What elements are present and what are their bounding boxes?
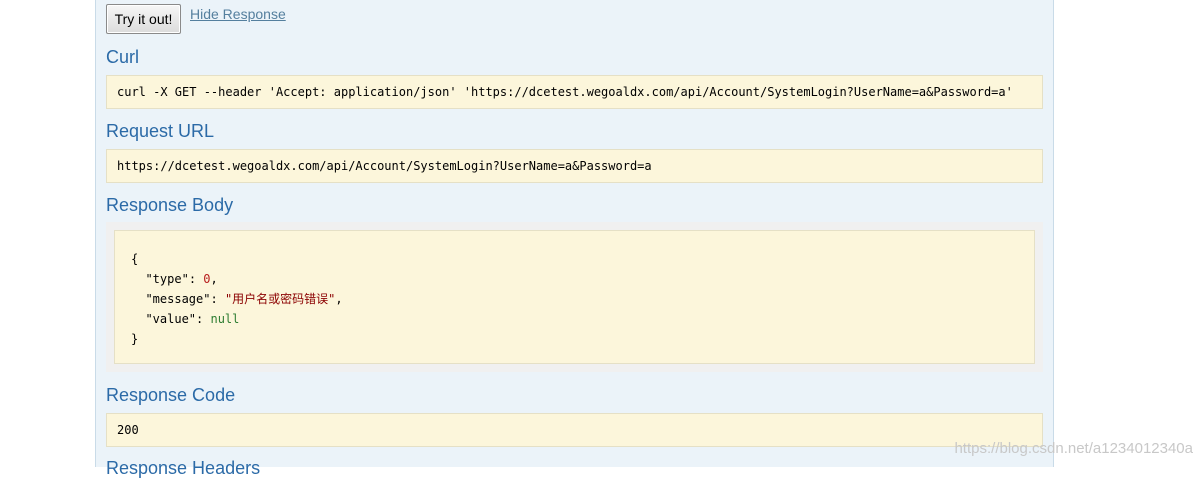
json-open-brace: { [131,252,139,266]
json-key-value: "value" [145,312,197,326]
curl-command-box: curl -X GET --header 'Accept: applicatio… [106,75,1043,109]
json-key-message: "message" [145,292,211,306]
response-body-box: { "type": 0, "message": "用户名或密码错误", "val… [114,230,1035,364]
watermark: https://blog.csdn.net/a1234012340a [954,440,1193,457]
json-close-brace: } [131,332,139,346]
json-key-type: "type" [145,272,189,286]
response-code-box: 200 [106,413,1043,447]
json-value-message: "用户名或密码错误" [224,292,336,306]
json-value-value: null [210,312,240,326]
response-body-heading: Response Body [106,195,234,215]
request-url-box: https://dcetest.wegoaldx.com/api/Account… [106,149,1043,183]
request-url-heading: Request URL [106,121,215,141]
json-value-type: 0 [203,272,211,286]
hide-response-link[interactable]: Hide Response [190,6,286,22]
response-headers-heading: Response Headers [106,458,261,478]
curl-heading: Curl [106,47,140,67]
try-it-out-button[interactable]: Try it out! [106,4,181,34]
response-code-heading: Response Code [106,385,236,405]
